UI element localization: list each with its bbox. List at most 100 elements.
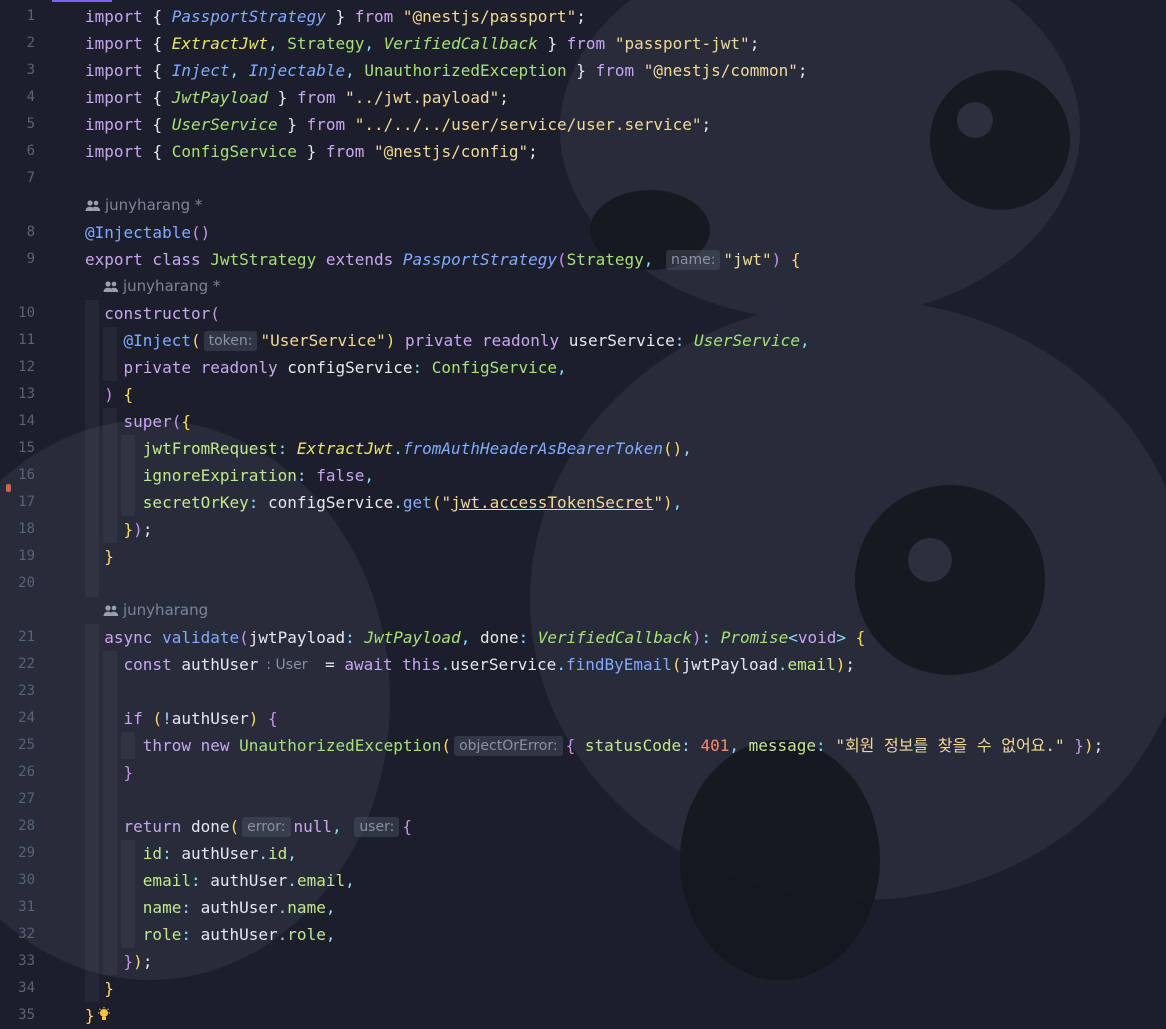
code-line[interactable]	[85, 786, 1166, 813]
tok: id	[268, 844, 288, 863]
kw: import	[85, 88, 143, 107]
code-line[interactable]: import { PassportStrategy } from "@nestj…	[85, 3, 1166, 30]
code-line[interactable]: @Injectable()	[85, 219, 1166, 246]
tok: get	[402, 493, 432, 512]
code-line[interactable]	[85, 678, 1166, 705]
tok: ;	[142, 952, 153, 971]
code-line[interactable]: secretOrKey: configService.get("jwt.acce…	[85, 489, 1166, 516]
code-line[interactable]: private readonly configService: ConfigSe…	[85, 354, 1166, 381]
code-line[interactable]	[85, 165, 1166, 192]
kw: from	[325, 142, 365, 161]
str: "@nestjs/common"	[643, 61, 798, 80]
tok: findByEmail	[565, 655, 672, 674]
line-number: 30	[18, 872, 35, 888]
tok: ConfigService	[171, 142, 297, 161]
code-editor[interactable]: 1 2 3 4 5 6 7 8 9 10 11 12 13 14 15 16 1…	[0, 0, 1166, 1025]
people-icon	[85, 199, 101, 211]
line-number: 17	[18, 494, 35, 510]
code-line[interactable]: name: authUser.name,	[85, 894, 1166, 921]
code-line[interactable]: ) {	[85, 381, 1166, 408]
lightbulb-icon[interactable]	[97, 1007, 111, 1023]
tok: ;	[749, 34, 760, 53]
tok: ;	[576, 7, 586, 26]
code-line[interactable]	[85, 570, 1166, 597]
author-name: junyharang	[123, 601, 209, 619]
codelens-author[interactable]: junyharang *	[85, 192, 1166, 219]
tok: id	[142, 844, 163, 863]
kw: from	[306, 115, 346, 134]
kw: private readonly	[404, 331, 569, 350]
tok: email	[296, 871, 346, 890]
tok: ,	[643, 250, 663, 269]
inlay-hint: error:	[242, 817, 291, 837]
codelens-author[interactable]: junyharang *	[85, 273, 1166, 300]
tok: UserService	[693, 331, 800, 350]
tok: ;	[528, 142, 538, 161]
code-line[interactable]: constructor(	[85, 300, 1166, 327]
line-number: 3	[26, 62, 35, 78]
str: "jwt"	[723, 250, 772, 269]
line-number: 33	[18, 953, 35, 969]
code-line[interactable]: }	[85, 543, 1166, 570]
kw: null	[293, 817, 333, 836]
codelens-author[interactable]: junyharang	[85, 597, 1166, 624]
tok: ;	[845, 655, 855, 674]
line-number: 32	[18, 926, 35, 942]
code-line[interactable]: const authUser: User = await this.userSe…	[85, 651, 1166, 678]
inlay-hint: name:	[666, 250, 721, 270]
code-line[interactable]: }	[85, 975, 1166, 1002]
code-area[interactable]: import { PassportStrategy } from "@nestj…	[85, 3, 1166, 1029]
tok: userService	[568, 331, 675, 350]
tok: jwtFromRequest	[142, 439, 278, 458]
tok: ignoreExpiration	[142, 466, 297, 485]
line-number: 8	[26, 224, 35, 240]
code-line[interactable]: throw new UnauthorizedException(objectOr…	[85, 732, 1166, 759]
kw: super	[123, 412, 172, 431]
line-number: 19	[18, 548, 35, 564]
code-line[interactable]: import { ExtractJwt, Strategy, VerifiedC…	[85, 30, 1166, 57]
code-line[interactable]: import { Inject, Injectable, Unauthorize…	[85, 57, 1166, 84]
tok: }	[268, 88, 288, 107]
code-line[interactable]: role: authUser.role,	[85, 921, 1166, 948]
kw: from	[566, 34, 606, 53]
code-line[interactable]: id: authUser.id,	[85, 840, 1166, 867]
tok: Inject	[171, 61, 230, 80]
code-line[interactable]: email: authUser.email,	[85, 867, 1166, 894]
code-line[interactable]: return done(error: null, user:{	[85, 813, 1166, 840]
code-line[interactable]: import { ConfigService } from "@nestjs/c…	[85, 138, 1166, 165]
tok: VerifiedCallback	[537, 628, 692, 647]
code-line[interactable]: import { JwtPayload } from "../jwt.paylo…	[85, 84, 1166, 111]
inlay-hint: objectOrError:	[454, 736, 563, 756]
str: "@nestjs/passport"	[402, 7, 577, 26]
config-key-link[interactable]: jwt.accessTokenSecret	[451, 493, 653, 512]
code-line[interactable]: export class JwtStrategy extends Passpor…	[85, 246, 1166, 273]
line-number-gutter: 1 2 3 4 5 6 7 8 9 10 11 12 13 14 15 16 1…	[0, 3, 52, 1029]
kw: false	[316, 466, 365, 485]
code-line[interactable]: ignoreExpiration: false,	[85, 462, 1166, 489]
kw: from	[354, 7, 394, 26]
code-line[interactable]: super({	[85, 408, 1166, 435]
code-line[interactable]: }	[85, 759, 1166, 786]
kw: new	[200, 736, 240, 755]
str: "passport-jwt"	[614, 34, 750, 53]
tok: authUser	[171, 709, 249, 728]
tok: {	[152, 115, 172, 134]
tok: }	[325, 7, 346, 26]
line-number: 9	[26, 251, 35, 267]
code-line[interactable]: });	[85, 948, 1166, 975]
code-line[interactable]: async validate(jwtPayload: JwtPayload, d…	[85, 624, 1166, 651]
code-line[interactable]: jwtFromRequest: ExtractJwt.fromAuthHeade…	[85, 435, 1166, 462]
kw: constructor	[104, 304, 211, 323]
code-line[interactable]: });	[85, 516, 1166, 543]
code-line[interactable]: @Inject(token: "UserService") private rea…	[85, 327, 1166, 354]
code-line[interactable]: if (!authUser) {	[85, 705, 1166, 732]
tok: {	[152, 142, 172, 161]
code-line[interactable]: import { UserService } from "../../../us…	[85, 111, 1166, 138]
tok: fromAuthHeaderAsBearerToken	[402, 439, 663, 458]
tok: secretOrKey	[142, 493, 249, 512]
tok: done	[479, 628, 519, 647]
line-number: 26	[18, 764, 35, 780]
tok: Strategy	[287, 34, 365, 53]
line-number: 21	[18, 629, 35, 645]
kw: throw	[142, 736, 201, 755]
